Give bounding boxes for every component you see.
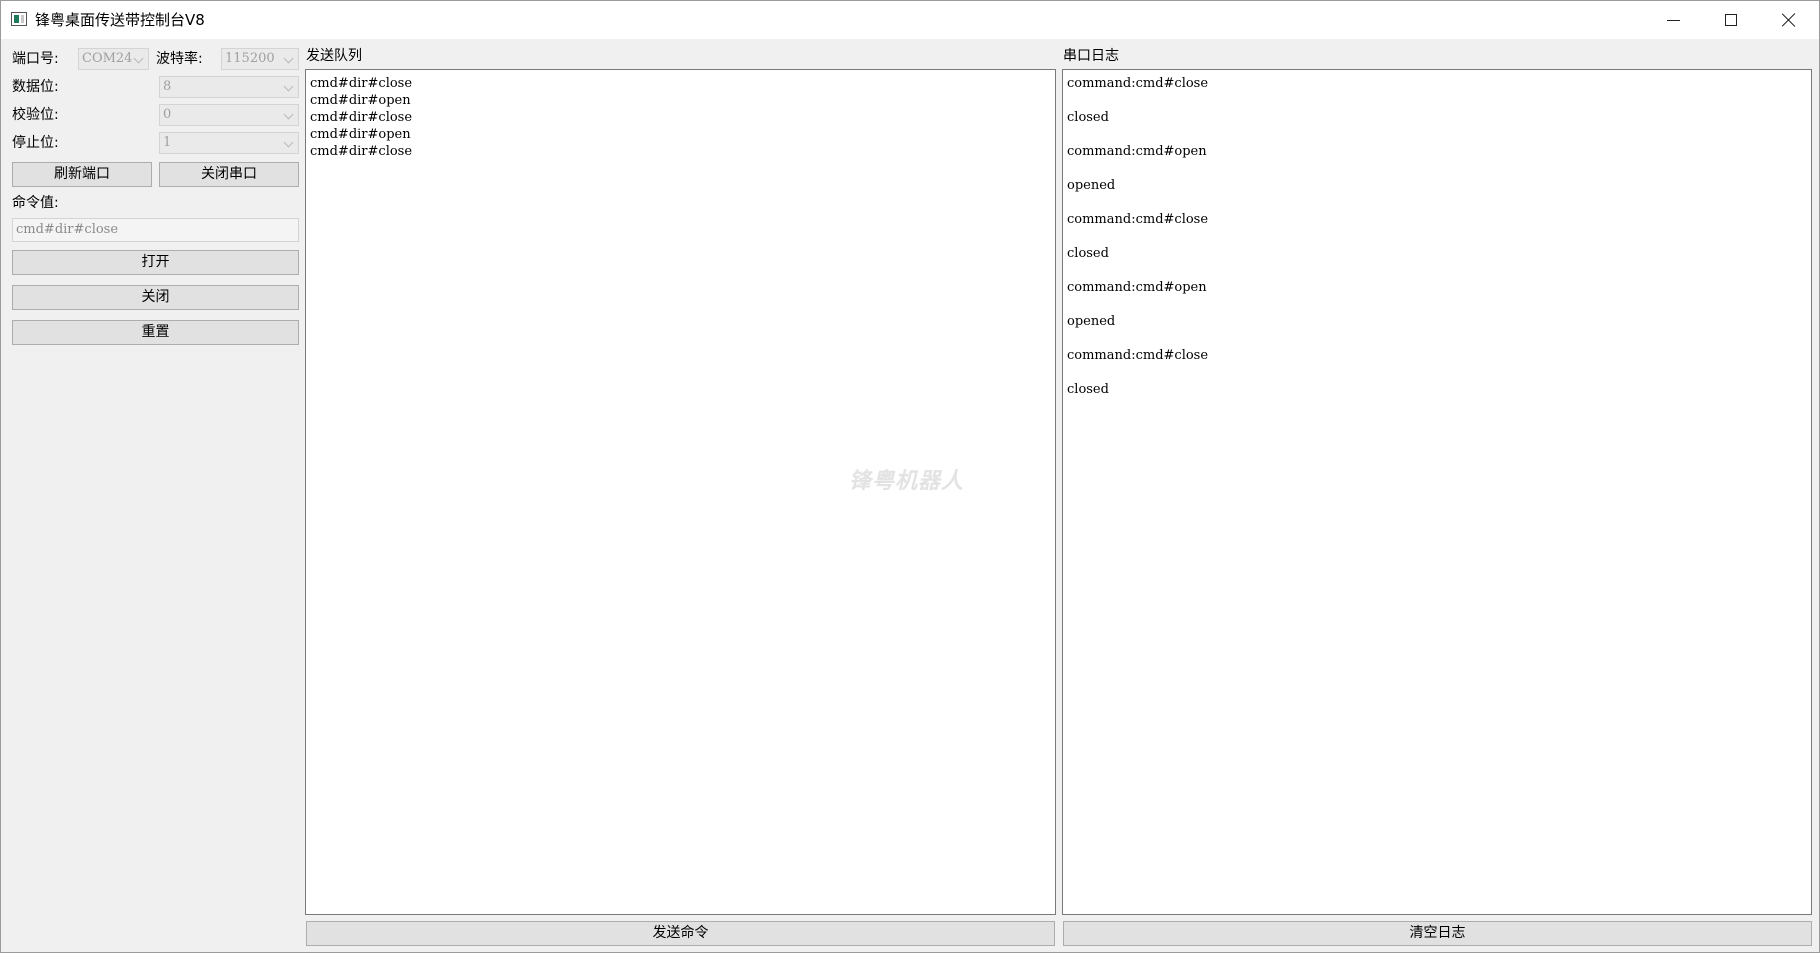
title-bar[interactable]: 锋粤桌面传送带控制台V8: [1, 1, 1819, 39]
queue-title: 发送队列: [306, 48, 362, 64]
window-title: 锋粤桌面传送带控制台V8: [35, 11, 205, 29]
minimize-button[interactable]: [1644, 1, 1702, 39]
close-port-button[interactable]: 关闭串口: [159, 162, 299, 187]
log-line: closed: [1067, 246, 1109, 261]
queue-line: cmd#dir#open: [310, 93, 411, 108]
log-line: command:cmd#close: [1067, 212, 1209, 227]
minimize-icon: [1666, 19, 1680, 21]
chevron-down-icon: [283, 137, 294, 148]
close-window-button[interactable]: [1760, 1, 1818, 39]
stopbits-select[interactable]: 1: [159, 132, 299, 154]
chevron-down-icon: [133, 53, 144, 64]
parity-select[interactable]: 0: [159, 104, 299, 126]
databits-label: 数据位:: [12, 79, 59, 95]
log-line: command:cmd#close: [1067, 348, 1209, 363]
queue-line: cmd#dir#close: [310, 76, 413, 91]
databits-select-value: 8: [163, 79, 172, 94]
port-select-value: COM24: [82, 51, 133, 66]
chevron-down-icon: [283, 53, 294, 64]
log-line: opened: [1067, 178, 1116, 193]
command-input[interactable]: cmd#dir#close: [12, 218, 299, 242]
stopbits-select-value: 1: [163, 135, 172, 150]
parity-label: 校验位:: [12, 107, 59, 123]
log-line: command:cmd#close: [1067, 76, 1209, 91]
parity-select-value: 0: [163, 107, 172, 122]
chevron-down-icon: [283, 109, 294, 120]
app-icon: [11, 12, 27, 26]
log-textarea[interactable]: command:cmd#close closed command:cmd#open o…: [1062, 69, 1812, 915]
stopbits-label: 停止位:: [12, 135, 59, 151]
baud-select[interactable]: 115200: [221, 48, 299, 70]
log-lines: command:cmd#close closed command:cmd#open o…: [1067, 75, 1807, 415]
maximize-icon: [1725, 14, 1737, 26]
close-icon: [1782, 13, 1796, 27]
log-line: command:cmd#open: [1067, 144, 1207, 159]
close-button[interactable]: 关闭: [12, 285, 299, 310]
log-line: closed: [1067, 110, 1109, 125]
clear-log-button[interactable]: 清空日志: [1063, 921, 1812, 946]
maximize-button[interactable]: [1702, 1, 1760, 39]
reset-button[interactable]: 重置: [12, 320, 299, 345]
command-label: 命令值:: [12, 195, 59, 211]
log-line: opened: [1067, 314, 1116, 329]
log-title: 串口日志: [1063, 48, 1119, 64]
open-button[interactable]: 打开: [12, 250, 299, 275]
app-window: 锋粤桌面传送带控制台V8 端口号: COM24 波特率: 115200 数据位:…: [0, 0, 1820, 953]
watermark: 锋粤机器人: [849, 469, 965, 494]
refresh-port-button[interactable]: 刷新端口: [12, 162, 152, 187]
baud-select-value: 115200: [225, 51, 275, 66]
databits-select[interactable]: 8: [159, 76, 299, 98]
log-line: closed: [1067, 382, 1109, 397]
queue-line: cmd#dir#close: [310, 110, 413, 125]
queue-lines: cmd#dir#close cmd#dir#open cmd#dir#close cm…: [310, 75, 1051, 160]
port-select[interactable]: COM24: [78, 48, 149, 70]
log-line: command:cmd#open: [1067, 280, 1207, 295]
chevron-down-icon: [283, 81, 294, 92]
send-command-button[interactable]: 发送命令: [306, 921, 1055, 946]
queue-line: cmd#dir#open: [310, 127, 411, 142]
baud-label: 波特率:: [156, 51, 203, 67]
port-label: 端口号:: [12, 51, 59, 67]
queue-line: cmd#dir#close: [310, 144, 413, 159]
